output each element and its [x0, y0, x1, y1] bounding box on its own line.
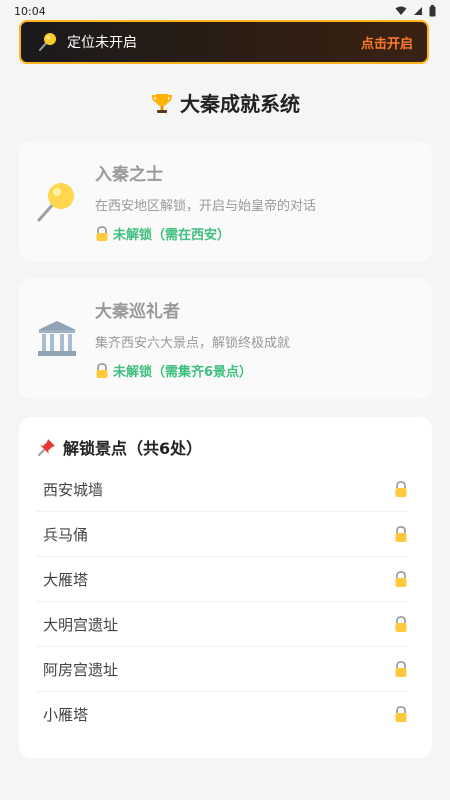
- spots-list-card: 解锁景点（共6处） 西安城墙 兵马俑 大雁塔 大明宫遗址 阿房宫遗址 小雁塔: [19, 417, 432, 758]
- spot-name: 大雁塔: [43, 570, 89, 589]
- lock-icon: [395, 615, 407, 632]
- lock-icon: [395, 705, 407, 722]
- lock-icon: [96, 225, 108, 241]
- achievement-description: 集齐西安六大景点，解锁终极成就: [95, 336, 291, 351]
- lock-icon: [395, 480, 407, 497]
- location-banner[interactable]: 定位未开启 点击开启: [19, 20, 429, 64]
- page-title: 大秦成就系统: [180, 92, 300, 116]
- wifi-icon: [395, 6, 407, 15]
- spot-item[interactable]: 阿房宫遗址: [37, 647, 408, 692]
- lock-icon: [395, 660, 407, 677]
- achievement-status: 未解锁（需集齐6景点）: [95, 361, 432, 380]
- battery-icon: [429, 5, 436, 17]
- achievement-title: 大秦巡礼者: [95, 302, 180, 322]
- spot-item[interactable]: 大明宫遗址: [37, 602, 408, 647]
- pin-icon: [39, 33, 56, 51]
- spots-heading: 解锁景点（共6处）: [37, 435, 408, 459]
- status-time: 10:04: [14, 4, 46, 18]
- pushpin-icon: [38, 439, 55, 456]
- spot-item[interactable]: 小雁塔: [37, 692, 408, 736]
- achievement-card-2[interactable]: 大秦巡礼者 集齐西安六大景点，解锁终极成就 未解锁（需集齐6景点）: [19, 278, 432, 399]
- signal-icon: [414, 7, 422, 15]
- achievement-card-1[interactable]: 入秦之士 在西安地区解锁，开启与始皇帝的对话 未解锁（需在西安）: [19, 141, 432, 262]
- spot-item[interactable]: 西安城墙: [37, 467, 408, 512]
- achievement-status: 未解锁（需在西安）: [95, 224, 432, 243]
- status-bar: 10:04: [0, 0, 450, 22]
- spot-item[interactable]: 大雁塔: [37, 557, 408, 602]
- achievement-description: 在西安地区解锁，开启与始皇帝的对话: [95, 199, 317, 214]
- lock-icon: [395, 570, 407, 587]
- spots-heading-text: 解锁景点（共6处）: [63, 439, 203, 458]
- spot-name: 兵马俑: [43, 525, 89, 544]
- spot-name: 西安城墙: [43, 480, 104, 499]
- pin-icon: [37, 182, 74, 221]
- spot-name: 小雁塔: [43, 705, 89, 724]
- achievement-title: 入秦之士: [95, 165, 163, 185]
- achievement-status-text: 未解锁（需在西安）: [113, 228, 231, 243]
- spot-name: 阿房宫遗址: [43, 660, 119, 679]
- spot-item[interactable]: 兵马俑: [37, 512, 408, 557]
- enable-location-button[interactable]: 点击开启: [361, 33, 413, 52]
- lock-icon: [96, 362, 108, 378]
- trophy-icon: [151, 93, 173, 113]
- museum-icon: [38, 320, 76, 356]
- lock-icon: [395, 525, 407, 542]
- banner-message: 定位未开启: [67, 35, 137, 51]
- achievement-status-text: 未解锁（需集齐6景点）: [113, 365, 253, 380]
- spot-name: 大明宫遗址: [43, 615, 119, 634]
- status-icons: [395, 5, 436, 17]
- page-header: 大秦成就系统: [0, 88, 450, 117]
